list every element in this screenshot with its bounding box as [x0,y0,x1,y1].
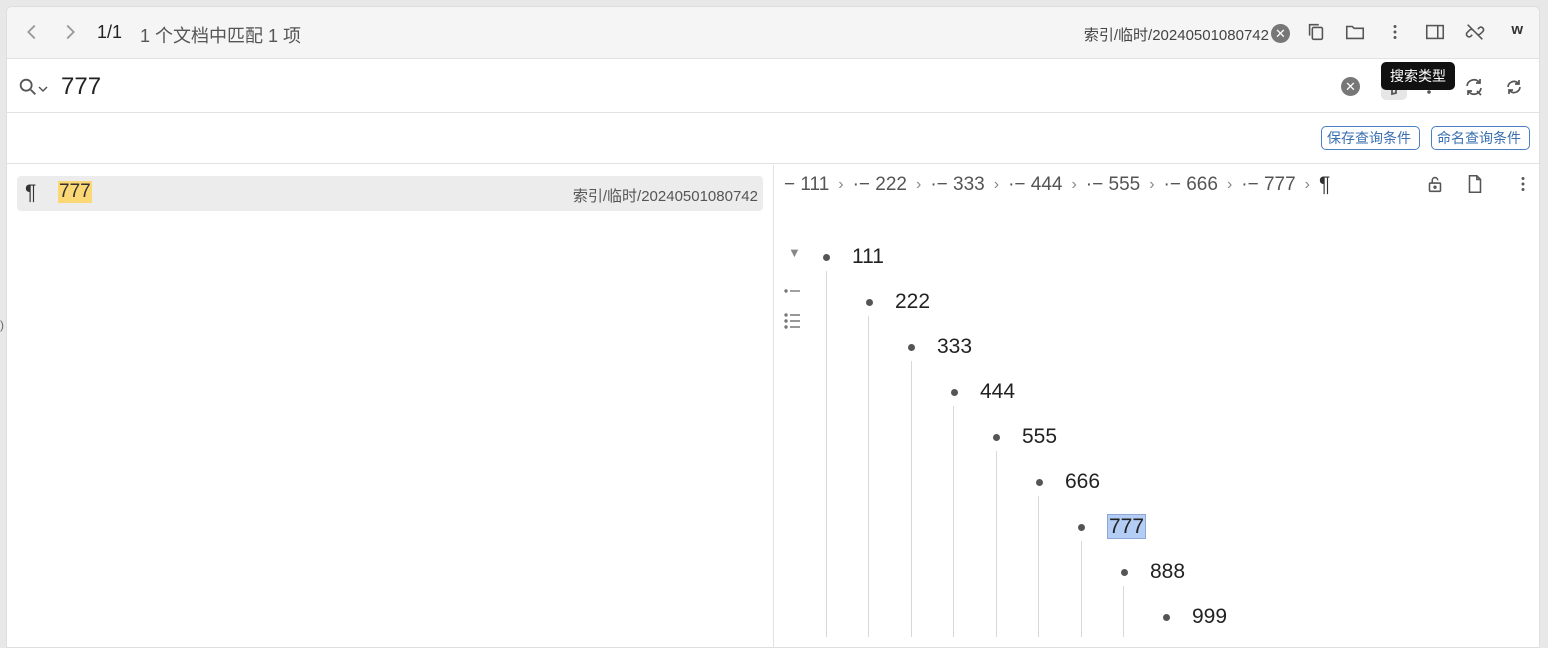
sidebar-icon [1425,24,1445,40]
indent-guide [1038,496,1039,637]
bullet-icon[interactable] [1036,479,1043,486]
list-item[interactable]: 999 [1163,605,1227,629]
match-highlight: 777 [58,181,92,203]
indent-guide [1123,586,1124,637]
chevron-right-icon: › [1226,176,1233,193]
more-button[interactable] [1384,21,1406,43]
search-toolbar: 1/1 1 个文档中匹配 1 项 索引/临时/20240501080742 ✕ … [7,7,1539,59]
list-item[interactable]: 666 [1036,470,1100,494]
replace-icon [1466,79,1482,96]
copy-icon [1308,23,1324,41]
list-item[interactable]: 888 [1121,560,1185,584]
indent-guide [953,406,954,637]
indent-guide [911,361,912,637]
indent-guide [1081,541,1082,637]
folder-button[interactable] [1344,21,1366,43]
bullet-icon[interactable] [1121,569,1128,576]
chevron-right-icon: › [838,176,844,193]
indent-guide [996,451,997,637]
clear-search-icon[interactable]: ✕ [1341,77,1360,96]
search-bar: ✕ [7,60,1539,113]
chevron-right-icon [66,24,75,40]
workspace-badge[interactable]: w [1511,21,1523,38]
list-item[interactable]: 555 [993,425,1057,449]
breadcrumb-item[interactable]: ·− 222 [853,174,907,196]
match-counter: 1/1 [97,22,123,42]
list-item[interactable]: 222 [866,290,930,314]
search-method-button[interactable] [17,76,39,98]
indent-guide [826,271,827,637]
chevron-right-icon: › [1304,176,1310,193]
chevron-right-icon: › [993,176,1000,193]
search-type-tooltip: 搜索类型 [1381,62,1455,90]
paragraph-icon[interactable]: ¶ [1319,173,1330,197]
breadcrumb-item[interactable]: ·− 333 [930,174,984,196]
next-match-button[interactable] [59,21,81,43]
layout-button[interactable] [1424,21,1446,43]
copy-button[interactable] [1305,21,1327,43]
folder-icon [1345,25,1365,40]
list-item[interactable]: ¶ 777 索引/临时/20240501080742 [17,176,763,211]
breadcrumb: − 111 › ·− 222 › ·− 333 › ·− 444 › ·− 555 › ·− 666… [784,173,1330,197]
unlink-button[interactable] [1464,21,1486,43]
fold-triangle-icon[interactable]: ▼ [788,245,801,260]
chevron-right-icon: › [1149,176,1155,193]
refresh-icon [1507,80,1521,94]
match-summary: 1 个文档中匹配 1 项 [140,26,302,46]
replace-button[interactable] [1461,74,1487,100]
search-panel: 1/1 1 个文档中匹配 1 项 索引/临时/20240501080742 ✕ … [6,6,1540,648]
bullet-icon[interactable] [866,299,873,306]
results-list: ¶ 777 索引/临时/20240501080742 [7,165,773,647]
result-path: 索引/临时/20240501080742 [572,188,758,205]
lock-button[interactable] [1424,173,1446,195]
query-actions-row: 保存查询条件 命名查询条件 [7,113,1539,164]
list-bullet-icon[interactable] [783,281,803,301]
clear-path-icon[interactable]: ✕ [1271,24,1290,43]
bullet-icon[interactable] [1163,614,1170,621]
refresh-button[interactable] [1501,74,1527,100]
list-item[interactable]: 111 [823,245,884,269]
save-query-button[interactable]: 保存查询条件 [1321,126,1420,150]
search-icon [19,78,36,95]
selected-match: 777 [1107,514,1147,539]
previous-match-button[interactable] [21,21,43,43]
breadcrumb-item[interactable]: ·− 666 [1164,174,1218,196]
bullet-icon[interactable] [951,389,958,396]
bullet-icon[interactable] [823,254,830,261]
search-input[interactable] [61,70,1261,104]
bullet-icon[interactable] [993,434,1000,441]
breadcrumb-item[interactable]: ·− 777 [1241,174,1295,196]
lock-icon [1428,176,1442,193]
preview-more-button[interactable] [1512,173,1534,195]
chevron-right-icon: › [1071,176,1077,193]
document-path[interactable]: 索引/临时/20240501080742 [1084,24,1269,45]
more-icon [1521,177,1525,191]
named-query-button[interactable]: 命名查询条件 [1431,126,1530,150]
list-icon[interactable] [783,311,803,331]
paragraph-icon: ¶ [25,181,37,204]
breadcrumb-item[interactable]: ·− 555 [1086,174,1140,196]
bullet-icon[interactable] [908,344,915,351]
list-item[interactable]: 333 [908,335,972,359]
list-item[interactable]: 777 [1078,514,1147,539]
open-document-button[interactable] [1464,173,1486,195]
breadcrumb-item[interactable]: − 111 [784,174,829,196]
bullet-icon[interactable] [1078,524,1085,531]
chevron-right-icon: › [916,176,922,193]
unlink-icon [1465,24,1485,40]
indent-guide [868,316,869,637]
chevron-left-icon [27,24,36,40]
chevron-down-icon[interactable] [37,82,49,94]
more-icon [1393,25,1397,39]
breadcrumb-item[interactable]: ·− 444 [1008,174,1062,196]
preview-pane: − 111 › ·− 222 › ·− 333 › ·− 444 › ·− 555 › ·− 666… [773,165,1539,647]
list-item[interactable]: 444 [951,380,1015,404]
document-icon [1468,174,1482,194]
